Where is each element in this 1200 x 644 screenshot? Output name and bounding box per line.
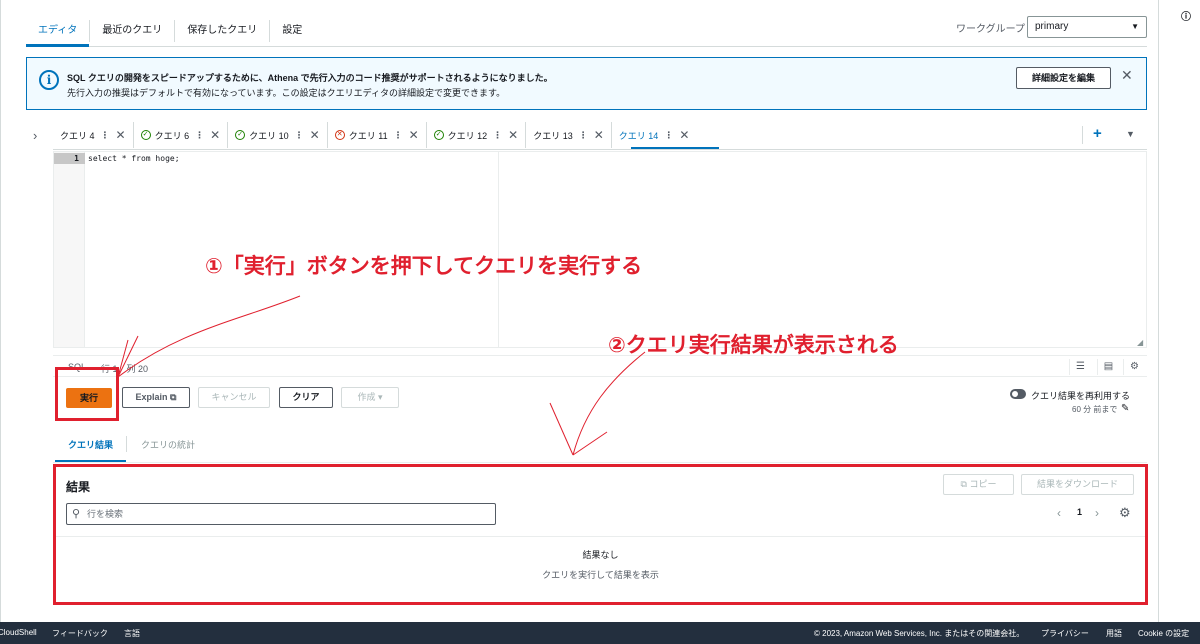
close-icon[interactable]: ✕	[310, 128, 320, 142]
query-tab[interactable]: ✓ クエリ 10 ⋮ ✕	[228, 122, 328, 148]
line-number: 1	[54, 153, 85, 164]
chevron-right-icon[interactable]: ›	[33, 128, 37, 143]
explain-label: Explain	[135, 392, 168, 402]
footer-privacy[interactable]: プライバシー	[1041, 628, 1089, 639]
info-icon[interactable]: ⓘ	[1181, 8, 1191, 23]
error-status-icon: ✕	[334, 130, 345, 140]
query-tab-label: クエリ 12	[447, 130, 488, 141]
annotation-step1: ①「実行」ボタンを押下してクエリを実行する	[205, 255, 643, 278]
query-tab-label: クエリ 11	[348, 130, 388, 141]
success-status-icon: ✓	[235, 130, 246, 140]
line-gutter	[54, 152, 85, 347]
keyboard-icon[interactable]: ▤	[1097, 359, 1119, 375]
footer-feedback[interactable]: フィードバック	[52, 628, 108, 639]
query-tab[interactable]: ✓ クエリ 6 ⋮ ✕	[134, 122, 229, 148]
result-tabs-divider	[53, 462, 1147, 463]
query-tab[interactable]: ✕ クエリ 11 ⋮ ✕	[328, 122, 427, 148]
query-tab-label: クエリ 13	[533, 130, 573, 141]
annotation-box-results	[53, 464, 1148, 605]
tab-saved-queries[interactable]: 保存したクエリ	[175, 20, 271, 42]
footer-terms[interactable]: 用語	[1106, 628, 1122, 639]
footer-cloudshell[interactable]: CloudShell	[0, 628, 37, 637]
close-icon[interactable]: ✕	[594, 128, 604, 142]
more-vertical-icon[interactable]: ⋮	[579, 130, 588, 141]
add-tab-icon[interactable]: +	[1093, 125, 1102, 142]
tab-editor[interactable]: エディタ	[26, 20, 91, 42]
query-tab-label: クエリ 4	[60, 130, 95, 141]
top-tabs-divider	[26, 46, 1147, 47]
right-border	[1158, 0, 1159, 622]
workgroup-select[interactable]: primary ▼	[1027, 16, 1147, 38]
reuse-results-toggle[interactable]	[1010, 389, 1026, 399]
create-button[interactable]: 作成 ▾	[341, 387, 399, 408]
query-tabs-divider	[53, 149, 1147, 150]
footer-copyright: © 2023, Amazon Web Services, Inc. またはその関…	[814, 629, 1025, 638]
success-status-icon: ✓	[433, 130, 444, 140]
query-tab-label: クエリ 6	[154, 130, 190, 141]
query-tab-label: クエリ 10	[249, 130, 289, 141]
workgroup-value: primary	[1035, 21, 1069, 32]
query-tab[interactable]: クエリ 13 ⋮ ✕	[526, 122, 612, 148]
success-status-icon: ✓	[140, 130, 151, 140]
query-tabs: クエリ 4 ⋮ ✕ ✓ クエリ 6 ⋮ ✕ ✓ クエリ 10 ⋮ ✕ ✕ クエリ…	[53, 122, 696, 148]
close-icon[interactable]: ✕	[508, 128, 518, 142]
close-icon[interactable]: ✕	[679, 128, 689, 142]
alert-title: SQL クエリの開発をスピードアップするために、Athena で先行入力のコード…	[67, 73, 553, 83]
edit-preferences-button[interactable]: 詳細設定を編集	[1016, 67, 1111, 89]
reuse-age-label: 60 分 前まで	[1072, 405, 1118, 414]
more-vertical-icon[interactable]: ⋮	[664, 130, 673, 141]
caret-down-icon[interactable]: ▼	[1126, 129, 1135, 139]
left-border	[0, 0, 1, 622]
athena-query-editor-screen: { "top_tabs": [ {"label": "エディタ", "activ…	[0, 0, 1200, 644]
info-circle-icon: i	[39, 70, 59, 90]
close-icon[interactable]: ✕	[1121, 67, 1133, 84]
resize-handle-icon[interactable]: ◢	[1137, 338, 1143, 347]
edit-icon[interactable]: ✎	[1121, 403, 1129, 414]
divider	[1082, 126, 1083, 144]
workgroup-label: ワークグループ	[956, 24, 1025, 35]
arrow-head-step2a	[549, 402, 574, 456]
external-link-icon: ⧉	[170, 392, 177, 402]
cancel-button[interactable]: キャンセル	[198, 387, 270, 408]
annotation-step2: ②クエリ実行結果が表示される	[608, 334, 899, 357]
close-icon[interactable]: ✕	[409, 128, 419, 142]
reuse-results-label: クエリ結果を再利用する	[1031, 391, 1131, 401]
footer-cookie[interactable]: Cookie の設定	[1138, 628, 1189, 639]
more-vertical-icon[interactable]: ⋮	[295, 130, 304, 141]
active-tab-underline	[26, 44, 89, 47]
alert-body: 先行入力の推奨はデフォルトで有効になっています。この設定はクエリエディタの詳細設…	[67, 88, 506, 98]
more-vertical-icon[interactable]: ⋮	[101, 130, 110, 141]
clear-button[interactable]: クリア	[279, 387, 333, 408]
more-vertical-icon[interactable]: ⋮	[493, 130, 502, 141]
top-tabs: エディタ 最近のクエリ 保存したクエリ 設定	[26, 16, 314, 46]
query-tab[interactable]: クエリ 4 ⋮ ✕	[53, 122, 134, 148]
tab-query-stats[interactable]: クエリの統計	[141, 438, 195, 451]
divider	[126, 436, 127, 452]
annotation-box-run	[55, 367, 119, 421]
more-vertical-icon[interactable]: ⋮	[195, 130, 204, 141]
query-tab-label: クエリ 14	[618, 130, 659, 141]
caret-down-icon: ▼	[1131, 22, 1139, 31]
close-icon[interactable]: ✕	[210, 128, 220, 142]
gear-icon[interactable]: ⚙	[1123, 359, 1145, 375]
query-tab-active[interactable]: クエリ 14 ⋮ ✕	[612, 122, 697, 148]
tab-recent-queries[interactable]: 最近のクエリ	[90, 20, 176, 42]
tab-settings[interactable]: 設定	[270, 20, 314, 42]
more-vertical-icon[interactable]: ⋮	[394, 130, 403, 141]
explain-button[interactable]: Explain ⧉	[122, 387, 190, 408]
format-icon[interactable]: ☰	[1069, 359, 1091, 375]
create-label: 作成	[357, 392, 376, 402]
code-line[interactable]: select * from hoge;	[88, 153, 180, 164]
footer-language[interactable]: 言語	[124, 628, 140, 639]
caret-down-icon: ▾	[378, 392, 383, 402]
query-tab[interactable]: ✓ クエリ 12 ⋮ ✕	[427, 122, 527, 148]
console-footer: CloudShell フィードバック 言語 © 2023, Amazon Web…	[0, 622, 1200, 644]
close-icon[interactable]: ✕	[116, 128, 126, 142]
info-alert: i SQL クエリの開発をスピードアップするために、Athena で先行入力のコ…	[26, 57, 1147, 110]
tab-query-results[interactable]: クエリ結果	[68, 438, 113, 451]
editor-status-bar: SQL 行 1、列 20 ☰ ▤ ⚙	[53, 355, 1147, 377]
arrow-head-step2b	[572, 431, 608, 456]
